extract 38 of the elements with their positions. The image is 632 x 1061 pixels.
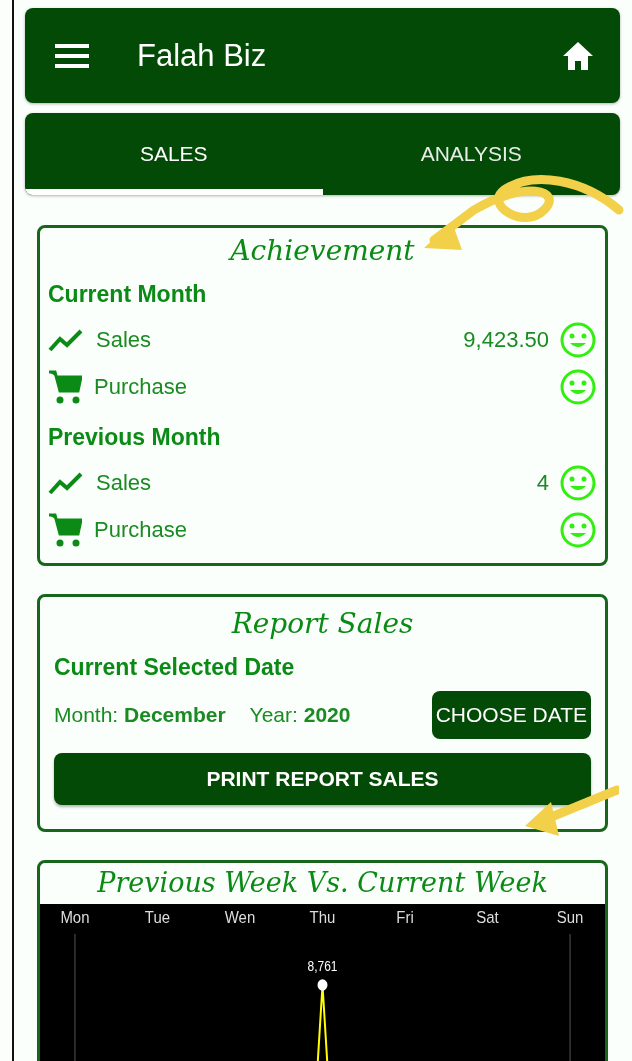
smiley-icon — [559, 463, 597, 502]
row-value: 4 — [536, 469, 549, 496]
day-label: Fri — [396, 906, 414, 926]
row-label: Purchase — [94, 516, 188, 543]
month-text: Month: December — [54, 703, 226, 728]
smiley-icon — [559, 367, 597, 406]
data-point — [317, 979, 328, 991]
cart-icon — [48, 511, 82, 548]
menu-icon[interactable] — [55, 42, 89, 69]
card-title: Previous Week Vs. Current Week — [96, 867, 549, 899]
row-label: Sales — [96, 326, 153, 353]
tab[interactable]: SALES — [25, 113, 323, 196]
day-label: Mon — [60, 906, 90, 926]
day-label: Thu — [309, 906, 336, 926]
day-label: Sun — [556, 906, 584, 926]
smiley-icon — [559, 320, 597, 359]
cart-icon — [48, 368, 82, 405]
section-heading: Current Selected Date — [54, 654, 296, 682]
card-title: Report Sales — [230, 607, 415, 641]
row-value: 9,423.50 — [463, 326, 549, 353]
data-label: 8,761 — [307, 958, 338, 975]
section-heading: Previous Month — [48, 424, 222, 452]
card-title: Achievement — [227, 234, 416, 268]
print-report-button[interactable]: PRINT REPORT SALES — [54, 753, 591, 806]
year-text: Year: 2020 — [249, 703, 351, 728]
choose-date-button[interactable]: CHOOSE DATE — [431, 691, 591, 740]
trend-line-icon — [48, 327, 84, 352]
day-label: Sat — [476, 906, 499, 926]
app-title: Falah Biz — [137, 37, 268, 74]
section-heading: Current Month — [48, 281, 208, 309]
row-label: Sales — [96, 469, 153, 496]
tab[interactable]: ANALYSIS — [322, 113, 620, 196]
smiley-icon — [559, 510, 597, 549]
row-label: Purchase — [94, 373, 188, 400]
day-label: Tue — [144, 906, 171, 926]
trend-line-icon — [48, 470, 84, 495]
day-label: Wen — [224, 906, 256, 926]
home-icon[interactable] — [562, 40, 594, 71]
